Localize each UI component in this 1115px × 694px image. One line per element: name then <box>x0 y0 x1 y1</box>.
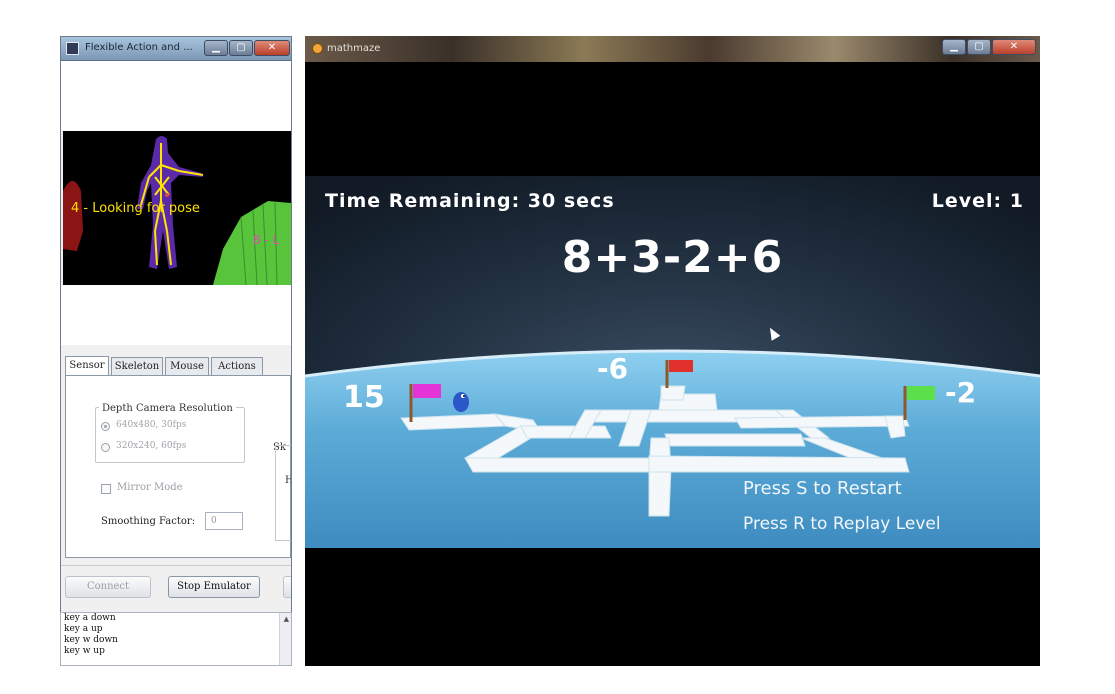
pose-status-text: 4 - Looking for pose <box>71 201 200 216</box>
skeleton-group-sub: H <box>285 475 291 486</box>
mathmaze-window-title: mathmaze <box>327 43 381 54</box>
scroll-up-icon[interactable]: ▲ <box>284 615 289 623</box>
game-close-button[interactable]: ✕ <box>992 39 1036 55</box>
maximize-button[interactable]: ▢ <box>229 40 253 56</box>
tab-mouse[interactable]: Mouse <box>165 357 209 375</box>
smoothing-factor-label: Smoothing Factor: <box>101 516 196 527</box>
flag-left-value: 15 <box>343 380 385 415</box>
blank-panel-mid <box>61 285 291 345</box>
depth-camera-group <box>95 407 245 463</box>
time-remaining: Time Remaining: 30 secs <box>325 190 615 212</box>
radio-320x240[interactable] <box>101 443 110 452</box>
tab-sensor[interactable]: Sensor <box>65 356 109 375</box>
option-640x480-label: 640x480, 30fps <box>116 420 187 430</box>
option-320x240-label: 320x240, 60fps <box>116 441 187 451</box>
mathmaze-titlebar[interactable]: mathmaze ▁ ▢ ✕ <box>305 36 1040 62</box>
pose-status-secondary: 8 - L <box>253 233 280 247</box>
mirror-mode-label: Mirror Mode <box>117 482 183 493</box>
restart-prompt: Press S to Restart <box>743 478 902 499</box>
game-maximize-button[interactable]: ▢ <box>967 39 991 55</box>
close-button[interactable]: ✕ <box>254 40 290 56</box>
app-icon <box>66 42 79 55</box>
game-app-icon <box>312 43 323 54</box>
math-expression: 8+3-2+6 <box>561 232 784 283</box>
desktop: Flexible Action and ... ▁ ▢ ✕ 4 - Lookin… <box>0 0 1115 694</box>
joint-marker <box>165 193 169 197</box>
radio-640x480[interactable] <box>101 422 110 431</box>
skeleton-view: 4 - Looking for pose 8 - L <box>63 131 291 285</box>
extra-button[interactable] <box>283 576 291 598</box>
skeleton-group-box <box>275 445 291 541</box>
log-output[interactable]: key a down key a up key w down key w up … <box>60 612 292 666</box>
blank-panel-top <box>61 61 291 131</box>
depth-camera-title: Depth Camera Resolution <box>99 403 236 414</box>
skeleton-canvas: 4 - Looking for pose 8 - L <box>63 136 291 285</box>
game-viewport[interactable]: Time Remaining: 30 secs Level: 1 8+3-2+6… <box>305 176 1040 548</box>
green-figure <box>213 201 291 285</box>
red-figure <box>63 181 83 251</box>
log-line: key w down <box>64 635 118 645</box>
log-line: key a down <box>64 613 116 623</box>
log-line: key w up <box>64 646 105 656</box>
connect-button[interactable]: Connect <box>65 576 151 598</box>
tab-skeleton[interactable]: Skeleton <box>111 357 163 375</box>
replay-prompt: Press R to Replay Level <box>743 514 941 534</box>
faast-window-title: Flexible Action and ... <box>85 42 193 53</box>
divider <box>61 565 291 566</box>
game-minimize-button[interactable]: ▁ <box>942 39 966 55</box>
player-character <box>453 392 469 412</box>
log-line: key a up <box>64 624 103 634</box>
flag-right-value: -2 <box>945 376 977 409</box>
faast-titlebar[interactable]: Flexible Action and ... ▁ ▢ ✕ <box>61 37 291 61</box>
minimize-button[interactable]: ▁ <box>204 40 228 56</box>
log-scrollbar[interactable]: ▲ <box>279 613 291 665</box>
mirror-mode-checkbox[interactable] <box>101 484 111 494</box>
tab-actions[interactable]: Actions <box>211 357 263 375</box>
faast-window: Flexible Action and ... ▁ ▢ ✕ 4 - Lookin… <box>60 36 292 666</box>
smoothing-factor-input[interactable]: 0 <box>205 512 243 530</box>
stop-emulator-button[interactable]: Stop Emulator <box>168 576 260 598</box>
level-indicator: Level: 1 <box>931 190 1024 212</box>
flag-top-value: -6 <box>597 352 629 385</box>
mathmaze-window: mathmaze ▁ ▢ ✕ Time Remaining: 30 secs L… <box>305 36 1040 666</box>
